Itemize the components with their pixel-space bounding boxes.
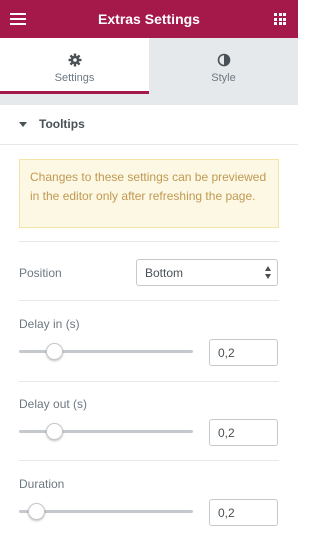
- caret-down-icon: [19, 122, 27, 127]
- panel-title: Extras Settings: [98, 11, 200, 27]
- section-title: Tooltips: [39, 117, 85, 131]
- position-select[interactable]: Bottom: [136, 259, 278, 286]
- notice-box: Changes to these settings can be preview…: [19, 159, 279, 228]
- section-tooltips-header[interactable]: Tooltips: [0, 105, 298, 145]
- tab-style-label: Style: [211, 72, 236, 84]
- duration-slider[interactable]: [19, 502, 193, 520]
- delay-out-label: Delay out (s): [19, 397, 88, 411]
- slider-handle[interactable]: [45, 423, 63, 440]
- divider: [19, 381, 279, 382]
- panel-tabs: Settings Style: [0, 38, 298, 94]
- divider: [19, 241, 279, 242]
- duration-input[interactable]: [209, 499, 278, 526]
- grid-icon[interactable]: [274, 13, 286, 25]
- divider: [19, 460, 279, 461]
- delay-in-slider[interactable]: [19, 342, 193, 360]
- delay-out-input[interactable]: [209, 419, 278, 446]
- gear-icon: [68, 53, 82, 72]
- panel-header: Extras Settings: [0, 0, 298, 38]
- slider-track: [19, 510, 193, 513]
- duration-label: Duration: [19, 477, 65, 491]
- section-spacer: [0, 94, 298, 105]
- delay-in-label: Delay in (s): [19, 317, 80, 331]
- delay-out-slider[interactable]: [19, 422, 193, 440]
- tab-settings[interactable]: Settings: [0, 38, 149, 94]
- tab-settings-label: Settings: [54, 72, 95, 84]
- delay-in-input[interactable]: [209, 339, 278, 366]
- contrast-icon: [217, 53, 231, 72]
- tab-style[interactable]: Style: [149, 38, 298, 94]
- position-label: Position: [19, 266, 62, 280]
- slider-handle[interactable]: [45, 343, 63, 360]
- slider-handle[interactable]: [28, 503, 46, 520]
- divider: [19, 300, 279, 301]
- select-arrows-icon: [265, 266, 273, 280]
- position-select-value: Bottom: [145, 266, 184, 280]
